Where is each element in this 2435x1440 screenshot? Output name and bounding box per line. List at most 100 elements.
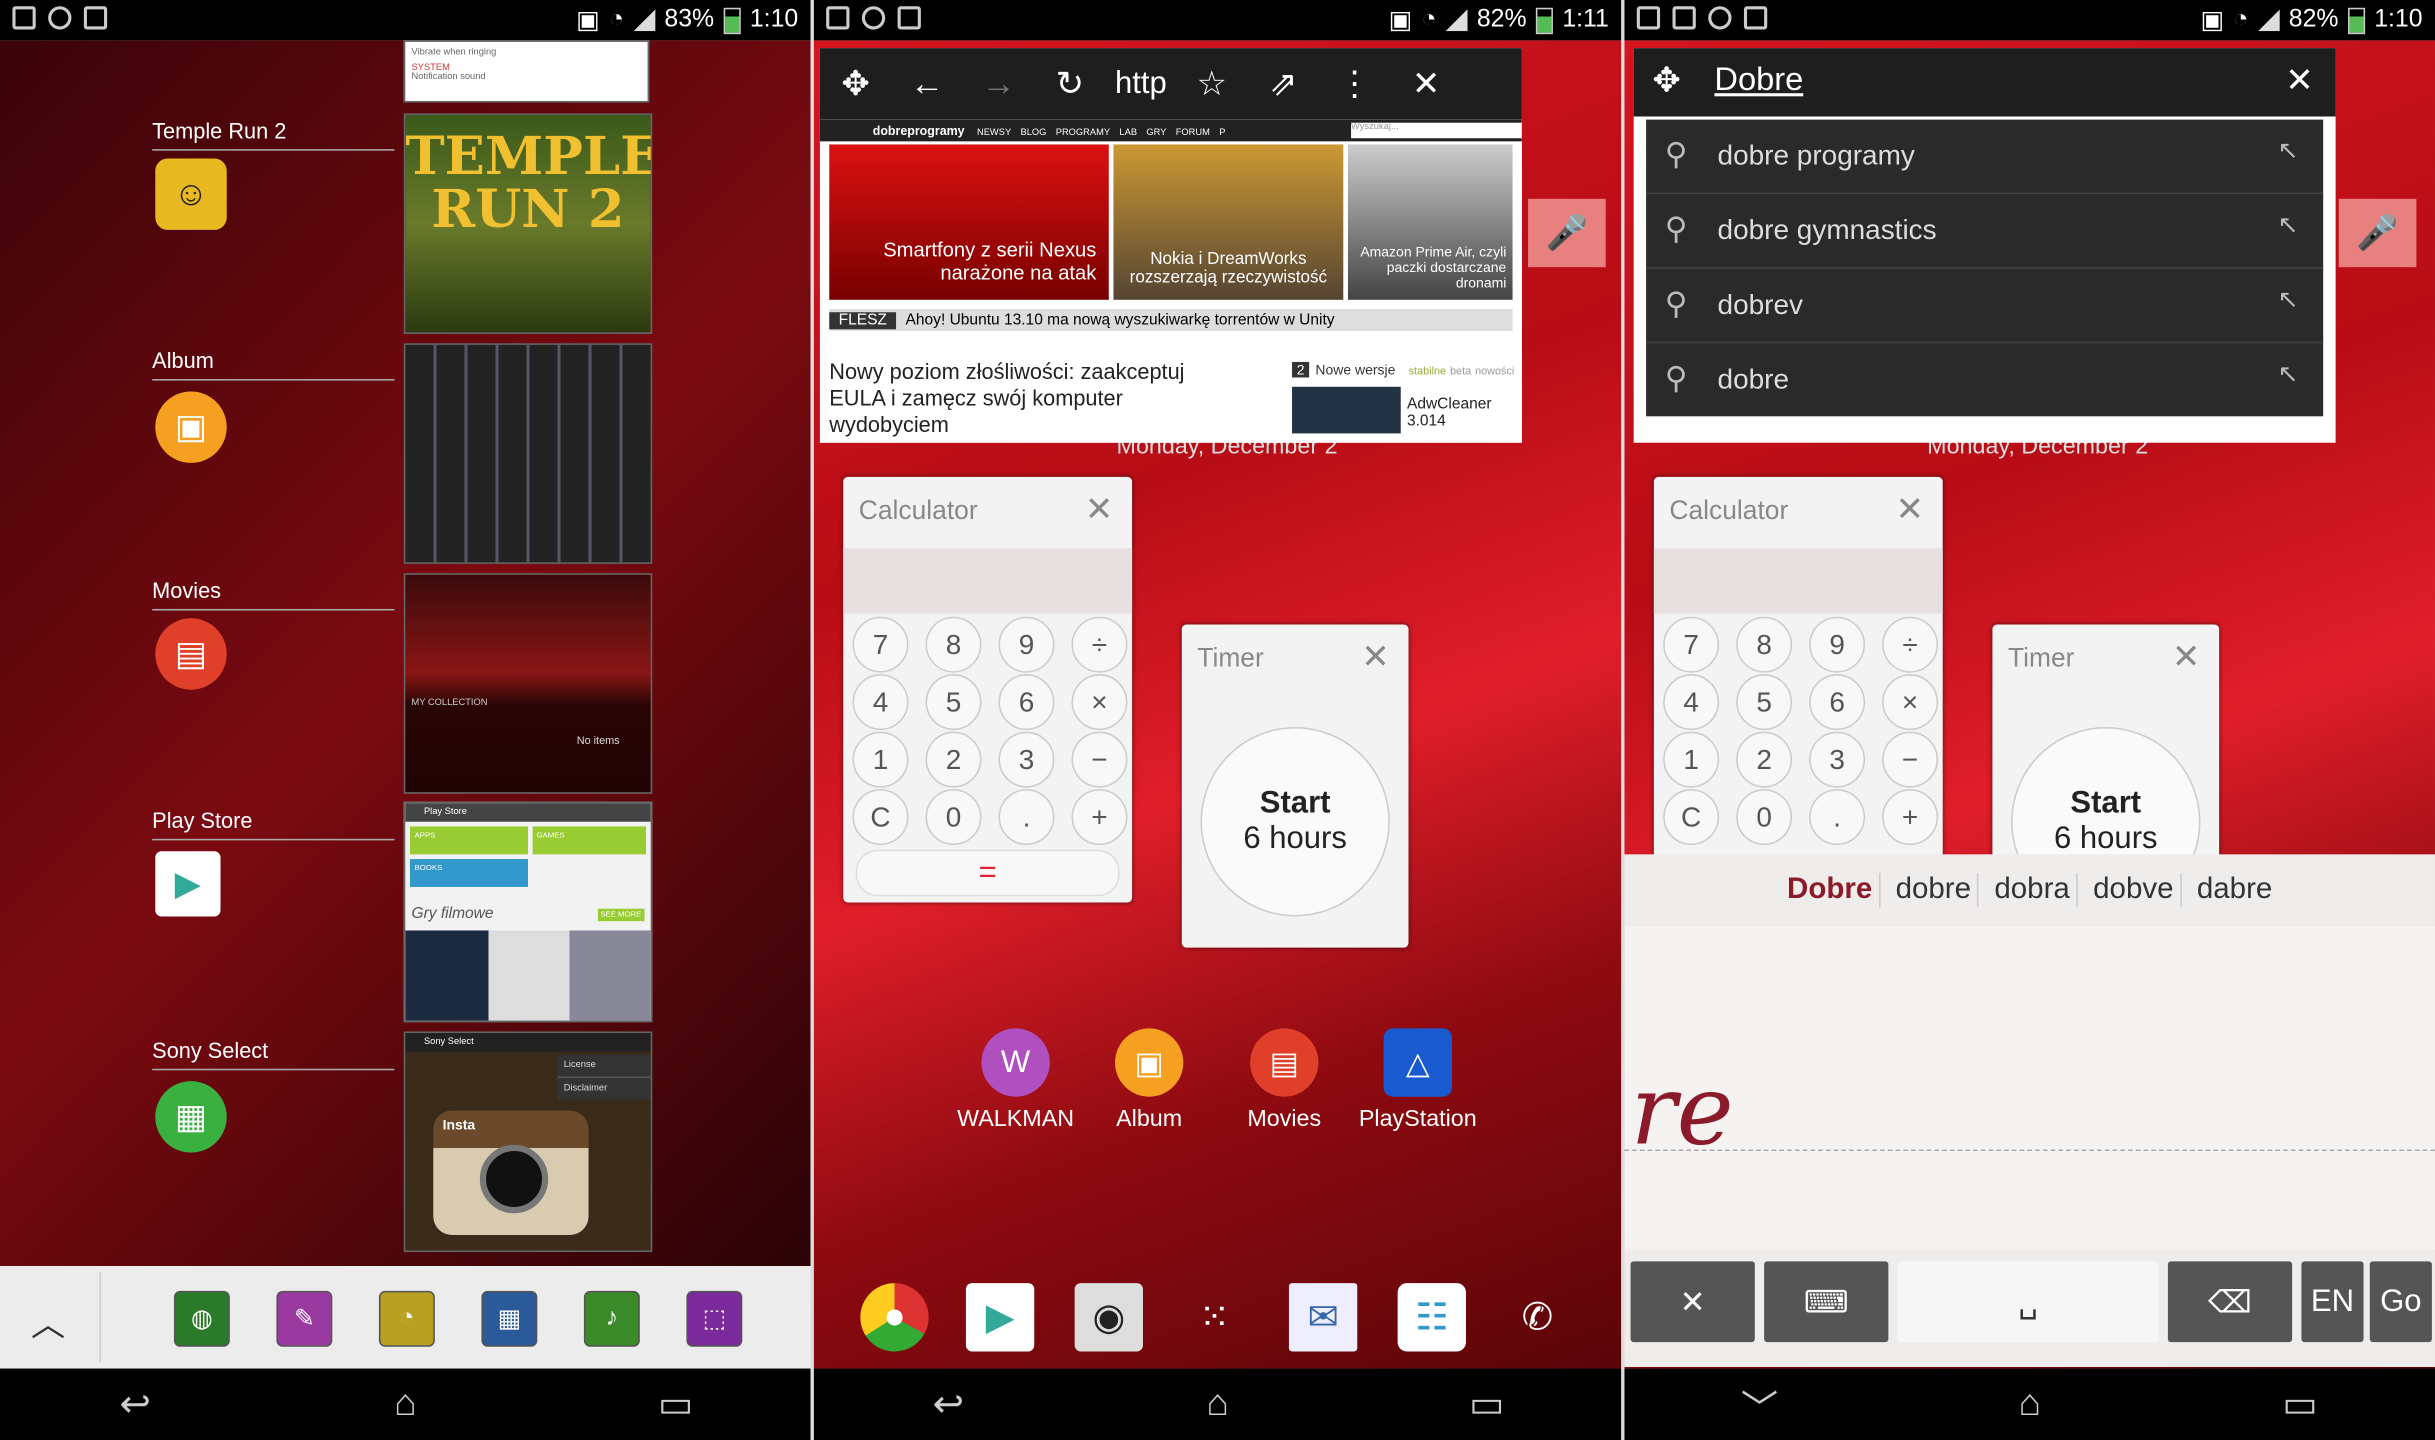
sony-select-thumbnail[interactable]: Sony Select License Disclaimer Insta <box>403 1031 653 1253</box>
camera-icon[interactable]: ◉ <box>1074 1283 1143 1352</box>
close-icon[interactable]: ✕ <box>2172 637 2201 677</box>
language-key[interactable]: EN <box>2301 1261 2364 1343</box>
close-icon[interactable]: ✕ <box>2285 61 2314 101</box>
movies-icon[interactable]: ▤ <box>155 618 227 690</box>
calculator-key[interactable]: 9 <box>1809 616 1866 673</box>
site-nav-link[interactable]: P <box>1219 128 1225 137</box>
article-tile[interactable]: Amazon Prime Air, czyli paczki dostarcza… <box>1347 144 1513 300</box>
mic-icon[interactable]: 🎤 <box>1528 198 1606 268</box>
candidate[interactable]: dobra <box>1988 873 2078 908</box>
calculator-key[interactable]: 6 <box>998 674 1055 731</box>
calculator-key[interactable]: 9 <box>998 616 1055 673</box>
temple-run-icon[interactable]: ☺ <box>155 158 227 230</box>
forward-arrow-icon[interactable]: → <box>963 64 1034 104</box>
recent-apps-icon[interactable]: ▭ <box>644 1382 706 1427</box>
album-thumbnail[interactable] <box>403 343 653 564</box>
tools-key-icon[interactable]: ✕ <box>1630 1261 1755 1343</box>
movies-app[interactable]: ▤ Movies <box>1214 1028 1354 1132</box>
site-nav-link[interactable]: NEWSY <box>977 128 1011 137</box>
suggestion-item[interactable]: ⚲ dobre ↖ <box>1646 343 2323 416</box>
email-icon[interactable]: ✉ <box>1288 1283 1358 1352</box>
suggestion-item[interactable]: ⚲ dobre gymnastics ↖ <box>1646 194 2324 269</box>
back-icon[interactable]: ↩ <box>104 1382 166 1427</box>
play-store-icon[interactable]: ▶ <box>965 1283 1035 1352</box>
sony-select-icon[interactable]: ▦ <box>155 1081 227 1153</box>
candidate[interactable]: dabre <box>2191 873 2279 907</box>
small-browser-icon[interactable]: ◍ <box>173 1290 230 1347</box>
site-nav-link[interactable]: LAB <box>1119 128 1137 137</box>
calculator-key[interactable]: 4 <box>852 674 909 731</box>
movies-thumbnail[interactable]: MY COLLECTION No items <box>403 573 653 794</box>
site-nav-link[interactable]: PROGRAMY <box>1056 128 1110 137</box>
calculator-key[interactable]: 6 <box>1809 674 1866 731</box>
album-icon[interactable]: ▣ <box>155 391 227 463</box>
calculator-key[interactable]: ÷ <box>1071 616 1128 673</box>
close-icon[interactable]: ✕ <box>1085 489 1114 529</box>
backspace-key-icon[interactable]: ⌫ <box>2167 1261 2293 1343</box>
search-input[interactable]: Dobre <box>1714 62 1803 99</box>
candidate[interactable]: Dobre <box>1781 873 1881 908</box>
calculator-key[interactable]: 5 <box>1736 674 1793 731</box>
flash-text[interactable]: Ahoy! Ubuntu 13.10 ma nową wyszukiwarkę … <box>906 311 1335 328</box>
suggestion-item[interactable]: ⚲ dobre programy ↖ <box>1646 120 2324 195</box>
new-version-item[interactable]: AdwCleaner 3.014 <box>1407 396 1492 430</box>
handwriting-canvas[interactable]: re <box>1624 925 2435 1249</box>
close-icon[interactable]: ✕ <box>1390 64 1461 104</box>
site-nav-link[interactable]: BLOG <box>1020 128 1046 137</box>
article-tile[interactable]: Nokia i DreamWorks rozszerzają rzeczywis… <box>1113 144 1344 300</box>
calculator-key[interactable]: − <box>1882 731 1939 788</box>
close-icon[interactable]: ✕ <box>1895 489 1924 529</box>
calculator-key[interactable]: . <box>1809 789 1866 846</box>
calculator-key[interactable]: 1 <box>1663 731 1720 788</box>
calculator-key[interactable]: + <box>1071 789 1128 846</box>
home-icon[interactable]: ⌂ <box>1999 1383 2061 1426</box>
recent-apps-icon[interactable]: ▭ <box>2269 1382 2331 1427</box>
small-timer-icon[interactable]: ◔ <box>378 1290 435 1347</box>
calculator-key[interactable]: 8 <box>1736 616 1793 673</box>
overflow-menu-icon[interactable]: ⋮ <box>1319 64 1390 104</box>
star-icon[interactable]: ☆ <box>1176 64 1247 104</box>
playstation-app[interactable]: △ PlayStation <box>1348 1028 1488 1132</box>
small-screen-clip-icon[interactable]: ⬚ <box>686 1290 743 1347</box>
headline-link[interactable]: Nowy poziom złośliwości: zaakceptuj EULA… <box>829 359 1186 438</box>
arrow-up-left-icon[interactable]: ↖ <box>2278 284 2299 315</box>
space-key[interactable]: ␣ <box>1897 1261 2159 1343</box>
calculator-key[interactable]: 0 <box>1736 789 1793 846</box>
hide-keyboard-icon[interactable]: ﹀ <box>1728 1377 1790 1431</box>
site-search-input[interactable]: Wyszukaj... <box>1351 122 1522 139</box>
calculator-key[interactable]: 0 <box>925 789 982 846</box>
url-field[interactable]: http <box>1106 66 1176 102</box>
site-nav-link[interactable]: FORUM <box>1176 128 1210 137</box>
small-recorder-icon[interactable]: ♪ <box>583 1290 640 1347</box>
arrow-up-left-icon[interactable]: ↖ <box>2278 210 2299 241</box>
timer-start-button[interactable]: Start 6 hours <box>1200 726 1390 917</box>
article-tile[interactable]: Smartfony z serii Nexus narażone na atak <box>829 144 1109 300</box>
play-store-thumbnail[interactable]: Play Store APPS GAMES BOOKS Gry filmowe … <box>403 801 653 1023</box>
calculator-key[interactable]: + <box>1882 789 1939 846</box>
calculator-key[interactable]: 8 <box>925 616 982 673</box>
calculator-key[interactable]: C <box>852 789 909 846</box>
calculator-key[interactable]: 3 <box>998 731 1055 788</box>
home-icon[interactable]: ⌂ <box>374 1383 436 1426</box>
arrow-up-left-icon[interactable]: ↖ <box>2278 359 2299 390</box>
app-drawer-icon[interactable]: ⁙ <box>1180 1283 1248 1351</box>
calculator-key[interactable]: × <box>1071 674 1128 731</box>
site-logo[interactable]: dobreprogramy <box>873 123 965 137</box>
calculator-key[interactable]: 7 <box>852 616 909 673</box>
settings-thumbnail[interactable]: Vibrate when ringing SYSTEM Notification… <box>403 40 650 103</box>
recent-apps-icon[interactable]: ▭ <box>1456 1382 1518 1427</box>
mic-icon[interactable]: 🎤 <box>2338 198 2417 268</box>
calculator-key[interactable]: 3 <box>1809 731 1866 788</box>
reload-icon[interactable]: ↻ <box>1034 64 1105 104</box>
calculator-key[interactable]: C <box>1663 789 1720 846</box>
chevron-up-icon[interactable]: ︿ <box>31 1297 65 1347</box>
go-key[interactable]: Go <box>2369 1261 2432 1343</box>
close-icon[interactable]: ✕ <box>1361 637 1390 677</box>
calculator-key[interactable]: 5 <box>925 674 982 731</box>
calculator-key[interactable]: 1 <box>852 731 909 788</box>
candidate[interactable]: dobve <box>2087 873 2182 908</box>
phone-icon[interactable]: ✆ <box>1503 1283 1571 1351</box>
calculator-key[interactable]: 2 <box>925 731 982 788</box>
chrome-icon[interactable]: ● <box>860 1283 929 1352</box>
candidate[interactable]: dobre <box>1889 873 1979 908</box>
